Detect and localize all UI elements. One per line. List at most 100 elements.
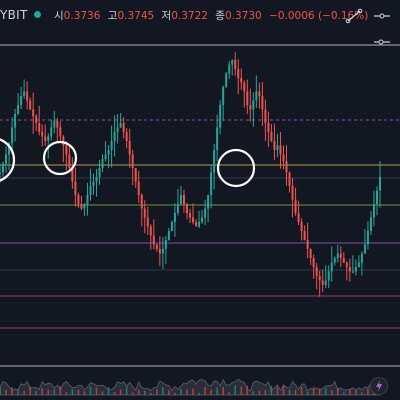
volume-bar: [23, 390, 25, 395]
candle-body: [324, 280, 327, 285]
candle-body: [225, 73, 228, 87]
candle-body: [179, 195, 182, 204]
candle-body: [270, 132, 273, 141]
low-label: 저: [161, 10, 172, 22]
candle-body: [351, 271, 354, 273]
volume-bar: [0, 387, 1, 395]
volume-bar: [53, 389, 56, 395]
candle-body: [318, 276, 321, 281]
volume-bar: [47, 389, 50, 395]
candle-body: [252, 100, 255, 110]
candle-body: [201, 217, 204, 222]
candle-body: [291, 186, 294, 200]
candle-body: [149, 226, 152, 236]
candle-body: [330, 262, 333, 272]
candle-body: [300, 222, 303, 231]
close-label: 종: [215, 10, 225, 22]
candle-body: [176, 204, 179, 213]
candle-body: [297, 213, 300, 222]
candle-body: [83, 204, 86, 209]
volume-bar: [95, 387, 98, 395]
candle-body: [95, 177, 98, 182]
candle-body: [219, 105, 222, 128]
candle-body: [237, 69, 240, 78]
candle-body: [192, 217, 195, 222]
candle-body: [276, 145, 279, 150]
candle-body: [38, 123, 41, 132]
high-label: 고: [107, 10, 118, 22]
volume-bar: [71, 389, 74, 395]
candle-body: [255, 91, 258, 101]
drawing-tool-icon[interactable]: [344, 8, 364, 24]
volume-bar: [101, 391, 104, 395]
volume-bar: [174, 392, 176, 395]
candle-body: [282, 154, 285, 162]
candle-body: [26, 91, 29, 101]
candle-body: [210, 172, 213, 195]
candle-body: [336, 253, 339, 258]
candle-body: [155, 244, 158, 249]
candle-body: [14, 114, 17, 128]
candle-body: [207, 195, 210, 209]
horizontal-line-tool-icon[interactable]: [372, 8, 392, 24]
candle-body: [11, 127, 14, 144]
candle-body: [65, 145, 68, 155]
volume-bar: [343, 392, 345, 395]
bolt-button[interactable]: [370, 377, 388, 395]
volume-bar: [324, 388, 327, 395]
price-chart[interactable]: [0, 0, 400, 400]
candle-body: [89, 186, 92, 195]
candle-body: [228, 64, 231, 74]
candle-body: [309, 249, 312, 258]
candle-body: [261, 96, 264, 110]
candle-body: [258, 91, 261, 96]
candle-body: [50, 127, 53, 137]
candle-body: [246, 91, 249, 105]
candle-body: [288, 172, 291, 186]
candle-body: [372, 204, 375, 218]
candle-body: [379, 177, 381, 191]
volume-bar: [125, 386, 128, 395]
candle-body: [195, 222, 198, 227]
volume-bar: [143, 390, 146, 395]
highlight-circle: [42, 140, 78, 176]
candle-body: [333, 258, 336, 263]
volume-bar: [361, 392, 363, 395]
volume-bar: [216, 387, 218, 395]
candle-body: [357, 262, 360, 267]
chart-header: YBIT 시0.3736 고0.3745 저0.3722 종0.3730 −0.…: [0, 0, 400, 45]
volume-bar: [59, 386, 62, 395]
candle-body: [98, 168, 101, 177]
candle-body: [29, 100, 32, 110]
candle-body: [213, 150, 216, 173]
candle-body: [113, 132, 116, 141]
candle-body: [161, 249, 164, 254]
horizontal-ray-tool-icon[interactable]: [372, 34, 392, 50]
candle-body: [312, 258, 315, 267]
candle-body: [20, 96, 23, 105]
candle-body: [294, 199, 297, 213]
volume-bar: [300, 386, 303, 395]
market-status-dot: [34, 11, 41, 18]
candle-body: [342, 258, 345, 263]
open-value: 0.3736: [63, 10, 101, 22]
candle-body: [74, 181, 77, 195]
candle-body: [128, 141, 131, 155]
chart-canvas[interactable]: [0, 0, 400, 400]
candle-body: [53, 120, 56, 128]
symbol-name[interactable]: YBIT: [0, 8, 28, 22]
candle-body: [264, 109, 267, 123]
candle-body: [134, 168, 137, 182]
volume-area: [0, 378, 381, 396]
volume-bar: [149, 392, 152, 395]
candle-body: [240, 78, 243, 83]
candle-body: [363, 244, 366, 254]
volume-bar: [131, 392, 134, 395]
candle-body: [110, 141, 113, 150]
volume-bar: [282, 386, 285, 395]
candle-body: [32, 109, 35, 117]
candle-body: [140, 195, 143, 209]
candle-body: [315, 267, 318, 276]
candle-body: [122, 123, 125, 132]
candle-body: [146, 217, 149, 227]
